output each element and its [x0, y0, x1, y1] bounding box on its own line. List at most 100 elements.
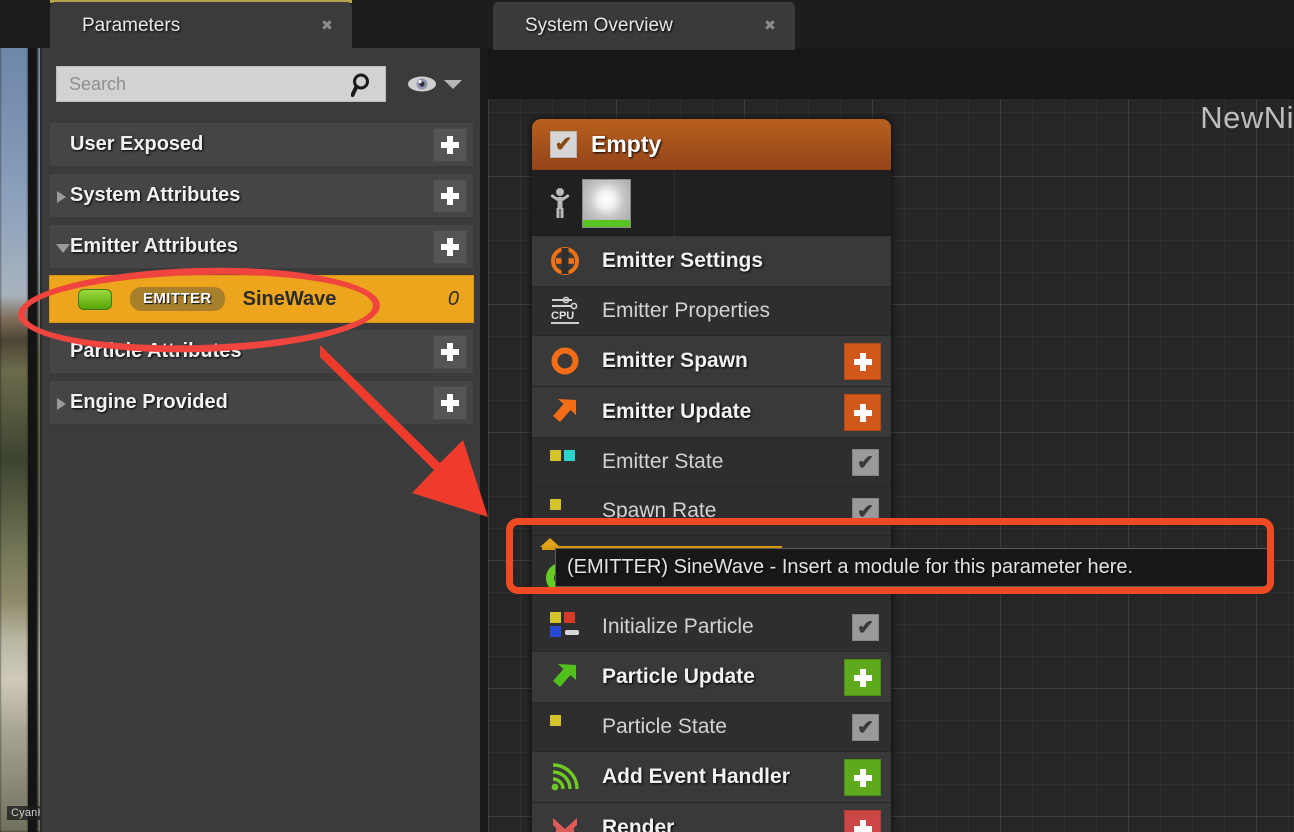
- add-parameter-button[interactable]: [433, 179, 467, 213]
- plus-icon: [441, 238, 459, 256]
- arrow-up-right-green-icon: [542, 662, 588, 692]
- viewport-preview-strip: [0, 40, 28, 832]
- parameter-category-system-attributes[interactable]: System Attributes: [49, 173, 474, 218]
- node-row-render[interactable]: Render: [532, 803, 891, 832]
- annotation-arrow: [320, 345, 488, 517]
- chevron-right-icon[interactable]: [57, 398, 66, 410]
- parameter-category-emitter-attributes[interactable]: Emitter Attributes: [49, 224, 474, 269]
- emitter-settings-icon: [542, 246, 588, 276]
- search-icon: [351, 73, 369, 97]
- chips-multi-icon: [542, 612, 588, 642]
- tab-label: Parameters: [82, 15, 181, 36]
- chevrons-down-icon: [542, 813, 588, 832]
- node-row-spawn-rate[interactable]: Spawn Rate ✔: [532, 487, 891, 536]
- row-label: Emitter Properties: [602, 299, 771, 322]
- node-row-particle-state[interactable]: Particle State ✔: [532, 703, 891, 752]
- drag-drop-tooltip: (EMITTER) SineWave - Insert a module for…: [555, 548, 1271, 587]
- chip-yellow-icon: [542, 496, 588, 526]
- triangle-marker-icon: [540, 538, 560, 547]
- chevron-down-icon[interactable]: [56, 244, 70, 259]
- emitter-node[interactable]: ✔ Empty Emitter Settings CPU Emitter Pro…: [532, 119, 891, 832]
- parameter-item-sinewave[interactable]: EMITTER SineWave 0: [49, 275, 474, 323]
- module-enabled-checkbox[interactable]: ✔: [852, 614, 879, 641]
- tab-label: System Overview: [525, 15, 673, 36]
- chevron-down-icon[interactable]: [444, 79, 462, 89]
- system-overview-graph[interactable]: NewNi ✔ Empty Emitter Settings CPU Emitt…: [488, 48, 1294, 832]
- circle-icon: [542, 346, 588, 376]
- node-row-emitter-properties[interactable]: CPU Emitter Properties: [532, 287, 891, 336]
- person-icon: [550, 188, 570, 218]
- cpu-icon: CPU: [542, 296, 588, 326]
- category-label: Emitter Attributes: [70, 235, 239, 257]
- module-enabled-checkbox[interactable]: ✔: [852, 449, 879, 476]
- plus-icon: [853, 403, 872, 422]
- plus-icon: [441, 136, 459, 154]
- node-row-emitter-update[interactable]: Emitter Update: [532, 387, 891, 438]
- plus-icon: [441, 187, 459, 205]
- row-label: Render: [602, 816, 675, 832]
- row-label: Particle State: [602, 715, 727, 738]
- close-icon[interactable]: ✖: [763, 18, 777, 33]
- row-label: Spawn Rate: [602, 499, 717, 522]
- plus-icon: [853, 352, 872, 371]
- check-icon: ✔: [857, 616, 874, 639]
- emitter-thumbnail-row: [532, 171, 891, 236]
- category-label: System Attributes: [70, 184, 241, 206]
- search-row: Search: [56, 66, 468, 102]
- namespace-badge: EMITTER: [130, 287, 225, 311]
- sphere-thumbnail[interactable]: [582, 178, 631, 228]
- parameter-category-user-exposed[interactable]: User Exposed: [49, 122, 474, 167]
- system-name-label: NewNi: [1200, 100, 1294, 135]
- check-icon: ✔: [857, 500, 874, 523]
- plus-icon: [853, 768, 872, 787]
- close-icon[interactable]: ✖: [320, 18, 334, 33]
- parameter-reference-count: 0: [447, 287, 459, 310]
- viewport-divider: [28, 40, 38, 832]
- row-label: Emitter Update: [602, 400, 752, 423]
- check-icon: ✔: [857, 451, 874, 474]
- green-pill-icon: [78, 288, 112, 310]
- tab-parameters[interactable]: Parameters ✖: [50, 2, 352, 50]
- row-label: Emitter Spawn: [602, 349, 748, 372]
- module-enabled-checkbox[interactable]: ✔: [852, 498, 879, 525]
- add-event-handler-button[interactable]: [844, 759, 881, 796]
- add-particle-update-module-button[interactable]: [844, 659, 881, 696]
- add-parameter-button[interactable]: [433, 128, 467, 162]
- plus-icon: [853, 668, 872, 687]
- search-input[interactable]: Search: [56, 66, 386, 102]
- graph-top-band: [488, 48, 1294, 99]
- row-label: Add Event Handler: [602, 765, 790, 788]
- row-label: Emitter State: [602, 450, 724, 473]
- node-row-particle-update[interactable]: Particle Update: [532, 652, 891, 703]
- category-label: User Exposed: [70, 133, 204, 155]
- row-label: Initialize Particle: [602, 615, 754, 638]
- chips-yellow-cyan-icon: [542, 447, 588, 477]
- view-options[interactable]: [406, 74, 462, 94]
- add-emitter-update-module-button[interactable]: [844, 394, 881, 431]
- svg-text:CPU: CPU: [551, 310, 574, 322]
- eye-icon[interactable]: [406, 74, 438, 94]
- category-label: Engine Provided: [70, 391, 228, 413]
- node-row-initialize-particle[interactable]: Initialize Particle ✔: [532, 603, 891, 652]
- node-row-add-event-handler[interactable]: Add Event Handler: [532, 752, 891, 803]
- arrow-up-right-orange-icon: [542, 397, 588, 427]
- chevron-right-icon[interactable]: [57, 191, 66, 203]
- add-renderer-button[interactable]: [844, 810, 881, 832]
- chip-yellow-icon: [542, 712, 588, 742]
- node-row-emitter-settings[interactable]: Emitter Settings: [532, 236, 891, 287]
- check-icon: ✔: [554, 133, 573, 156]
- parameter-name: SineWave: [242, 287, 337, 310]
- node-row-emitter-state[interactable]: Emitter State ✔: [532, 438, 891, 487]
- emitter-enabled-checkbox[interactable]: ✔: [550, 131, 577, 158]
- check-icon: ✔: [857, 716, 874, 739]
- add-emitter-spawn-module-button[interactable]: [844, 343, 881, 380]
- signal-icon: [542, 762, 588, 792]
- row-label: Particle Update: [602, 665, 755, 688]
- add-parameter-button[interactable]: [433, 230, 467, 264]
- node-row-emitter-spawn[interactable]: Emitter Spawn: [532, 336, 891, 387]
- category-label: Particle Attributes: [70, 340, 242, 362]
- drag-drop-tooltip-text: (EMITTER) SineWave - Insert a module for…: [567, 556, 1134, 578]
- module-enabled-checkbox[interactable]: ✔: [852, 714, 879, 741]
- tab-system-overview[interactable]: System Overview ✖: [493, 2, 795, 50]
- emitter-node-header[interactable]: ✔ Empty: [532, 119, 891, 171]
